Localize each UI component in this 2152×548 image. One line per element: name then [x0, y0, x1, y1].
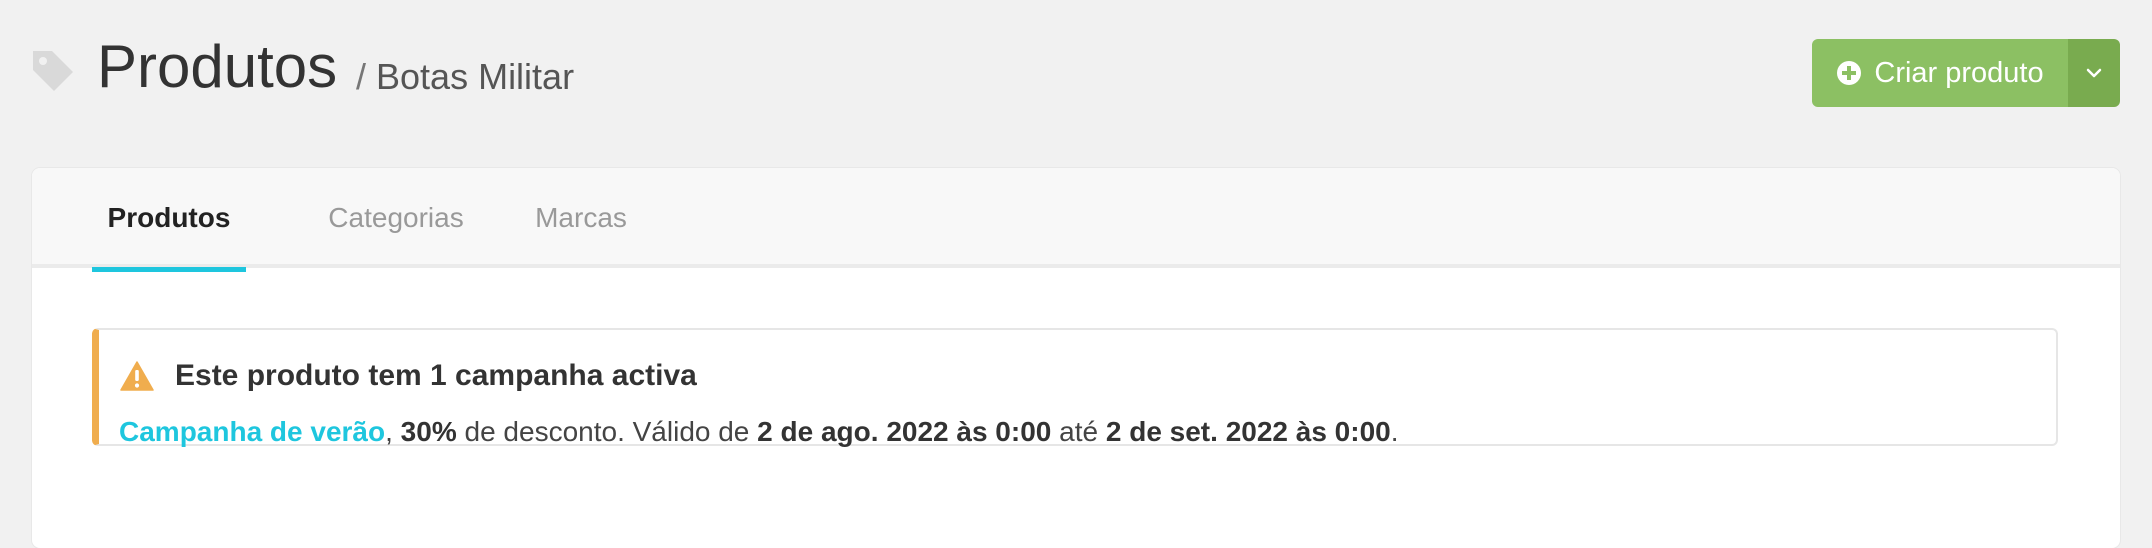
page-title: Produtos: [97, 33, 338, 100]
start-date: 2 de ago. 2022 às 0:00: [757, 416, 1052, 447]
alert-title: Este produto tem 1 campanha activa: [175, 359, 697, 392]
campaign-alert: Este produto tem 1 campanha activa Campa…: [92, 328, 2058, 447]
breadcrumb: / Botas Militar: [356, 56, 574, 98]
tag-icon: [33, 51, 73, 91]
discount-suffix: de desconto. Válido de: [464, 416, 750, 447]
page-header: Produtos / Botas Militar Criar produto: [0, 0, 2152, 150]
tab-produtos[interactable]: Produtos: [92, 168, 246, 272]
discount-value: 30%: [400, 416, 457, 447]
tab-categorias[interactable]: Categorias: [294, 168, 498, 264]
plus-circle-icon: [1837, 61, 1862, 85]
warning-icon: [120, 361, 154, 391]
tab-bar: Produtos Categorias Marcas: [32, 168, 2120, 272]
chevron-down-icon: [2086, 68, 2102, 78]
create-product-dropdown-button[interactable]: [2068, 39, 2120, 107]
create-product-label: Criar produto: [1874, 56, 2044, 89]
end-date: 2 de set. 2022 às 0:00: [1105, 416, 1391, 447]
create-product-button-group: Criar produto: [1812, 39, 2120, 107]
alert-body: Campanha de verão, 30% de desconto. Váli…: [119, 414, 1399, 450]
breadcrumb-separator: /: [356, 56, 367, 97]
breadcrumb-current: Botas Militar: [376, 56, 575, 97]
create-product-button[interactable]: Criar produto: [1812, 39, 2068, 107]
alert-comma: ,: [385, 416, 393, 447]
until-text: até: [1059, 416, 1099, 447]
products-card: Produtos Categorias Marcas Este produto …: [32, 168, 2120, 548]
tab-marcas[interactable]: Marcas: [502, 168, 660, 264]
alert-period: .: [1390, 416, 1399, 447]
campaign-link[interactable]: Campanha de verão: [119, 416, 385, 447]
